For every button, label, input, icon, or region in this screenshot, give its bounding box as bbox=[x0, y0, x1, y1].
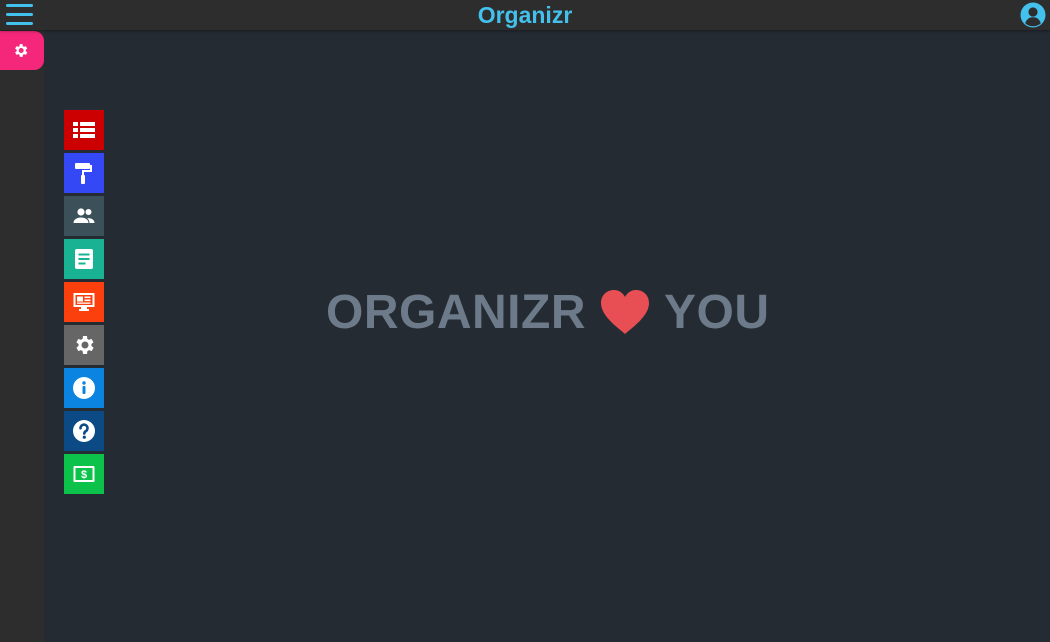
info-icon bbox=[73, 377, 95, 399]
donate-tile[interactable]: $ bbox=[64, 454, 104, 494]
sidebar-item-settings[interactable] bbox=[0, 31, 44, 70]
paint-roller-icon bbox=[75, 163, 92, 184]
brand-title: Organizr bbox=[477, 2, 573, 28]
about-tile[interactable] bbox=[64, 368, 104, 408]
sidebar bbox=[0, 30, 44, 642]
hero-left-text: ORGANIZR bbox=[326, 285, 586, 339]
user-management-tile[interactable] bbox=[64, 196, 104, 236]
hero-right-text: YOU bbox=[663, 285, 770, 339]
monitor-icon bbox=[73, 293, 95, 311]
system-settings-tile[interactable] bbox=[64, 325, 104, 365]
settings-tiles: $ bbox=[64, 110, 104, 497]
donate-icon: $ bbox=[73, 466, 95, 482]
gear-icon bbox=[15, 44, 28, 57]
svg-text:$: $ bbox=[81, 469, 87, 481]
tab-editor-tile[interactable] bbox=[64, 110, 104, 150]
users-icon bbox=[73, 208, 95, 223]
note-icon bbox=[75, 249, 93, 269]
heart-icon bbox=[598, 288, 652, 336]
hero-banner: ORGANIZR YOU bbox=[326, 284, 770, 340]
monitor-tile[interactable] bbox=[64, 282, 104, 322]
customize-tile[interactable] bbox=[64, 153, 104, 193]
tab-list-icon bbox=[73, 122, 95, 138]
gear-icon bbox=[76, 336, 94, 354]
notes-tile[interactable] bbox=[64, 239, 104, 279]
help-icon bbox=[73, 420, 95, 442]
help-tile[interactable] bbox=[64, 411, 104, 451]
user-circle-icon[interactable] bbox=[1020, 2, 1046, 28]
top-bar: Organizr bbox=[0, 0, 1050, 30]
